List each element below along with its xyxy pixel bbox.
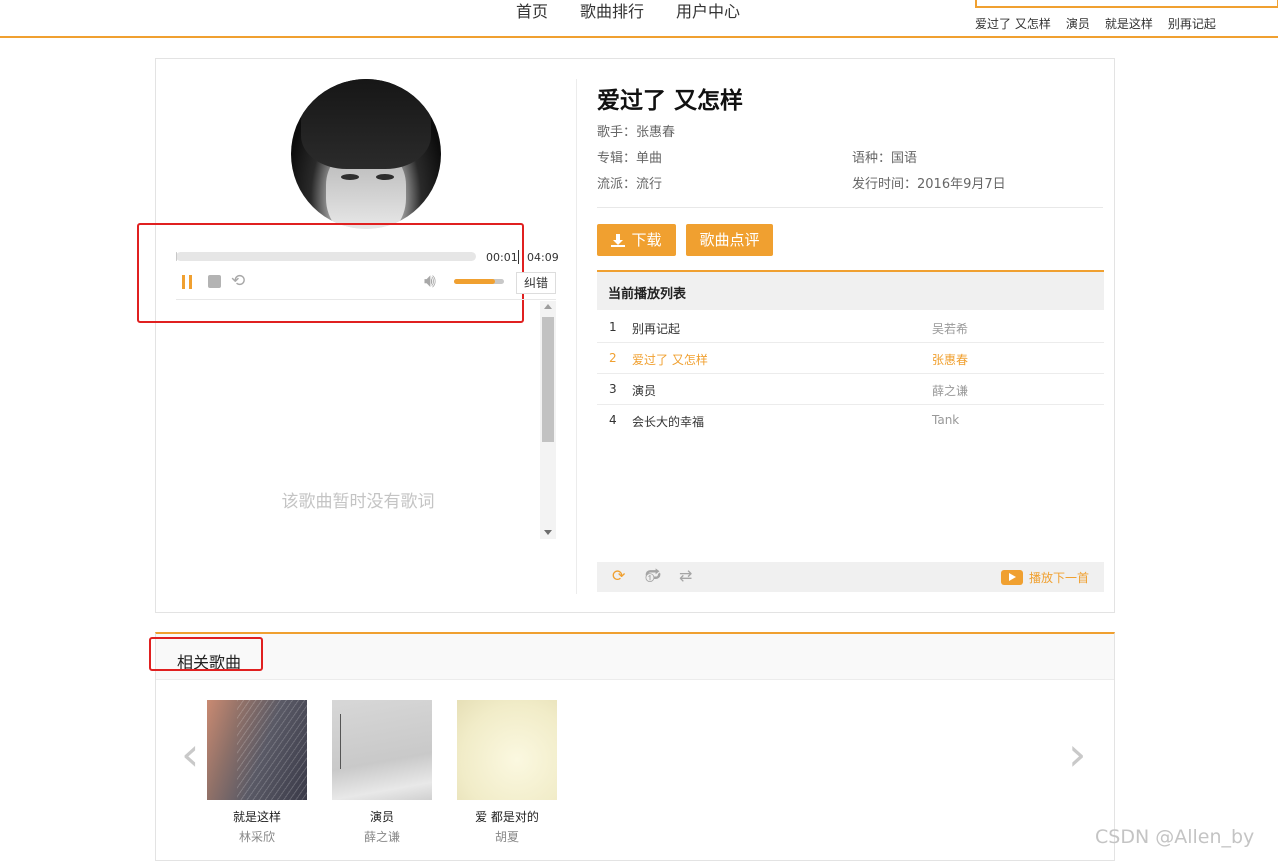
cover-eye: [341, 174, 359, 180]
download-button[interactable]: 下载: [597, 224, 676, 256]
hot-link[interactable]: 演员: [1066, 15, 1090, 32]
nav-song-ranking[interactable]: 歌曲排行: [580, 0, 644, 22]
track-artist[interactable]: 吴若希: [932, 320, 968, 337]
report-error-button[interactable]: 纠错: [516, 272, 556, 294]
hot-link[interactable]: 别再记起: [1168, 15, 1216, 32]
related-song-singer[interactable]: 林采欣: [207, 828, 307, 845]
track-title[interactable]: 爱过了 又怎样: [632, 351, 708, 368]
song-genre: 流派：流行: [597, 177, 663, 192]
divider: [597, 207, 1103, 208]
song-singer: 歌手：张惠春: [597, 125, 676, 140]
playlist-row-active[interactable]: 2 爱过了 又怎样 张惠春: [597, 343, 1104, 374]
track-title[interactable]: 别再记起: [632, 320, 680, 337]
related-song-name[interactable]: 就是这样: [207, 808, 307, 825]
playlist-footer: ⟳ 🔂︎ ⇄ 播放下一首: [597, 562, 1104, 592]
pause-icon[interactable]: [182, 275, 194, 289]
scroll-down-icon[interactable]: [544, 530, 552, 535]
next-arrow-icon[interactable]: ›: [1068, 731, 1086, 777]
column-divider: [576, 79, 577, 594]
album-art[interactable]: [207, 700, 307, 800]
playlist-header: 当前播放列表: [597, 270, 1104, 310]
loop-icon[interactable]: ⟲: [231, 271, 245, 291]
album-art[interactable]: [332, 700, 432, 800]
main-nav: 首页 歌曲排行 用户中心: [516, 0, 740, 22]
track-number: 4: [609, 413, 617, 427]
play-next-label: 播放下一首: [1029, 571, 1090, 585]
playlist-row[interactable]: 4 会长大的幸福 Tank: [597, 405, 1104, 435]
stop-icon[interactable]: [208, 275, 221, 288]
related-header: 相关歌曲: [156, 634, 1114, 680]
song-release-date: 发行时间：2016年9月7日: [852, 177, 1006, 192]
no-lyrics-message: 该歌曲暂时没有歌词: [281, 492, 435, 512]
lyrics-scrollbar[interactable]: [540, 301, 556, 539]
related-song-singer[interactable]: 薛之谦: [332, 828, 432, 845]
playlist-row[interactable]: 1 别再记起 吴若希: [597, 312, 1104, 343]
prev-arrow-icon[interactable]: ‹: [181, 731, 199, 777]
player-panel: 00:01 04:09 ⟲ 🔊︎ 纠错 该歌曲暂时没有歌词 爱过了 又怎样 歌手…: [137, 58, 1115, 613]
track-artist[interactable]: 张惠春: [932, 351, 968, 368]
track-title[interactable]: 演员: [632, 382, 656, 399]
progress-fill: [176, 252, 178, 261]
track-title[interactable]: 会长大的幸福: [632, 413, 704, 430]
play-next-button[interactable]: 播放下一首: [1001, 569, 1089, 586]
watermark: CSDN @Allen_by: [1095, 826, 1255, 848]
related-song-card[interactable]: 爱 都是对的 胡夏: [457, 700, 557, 845]
cover-eye: [376, 174, 394, 180]
scroll-thumb[interactable]: [542, 317, 554, 442]
download-icon: [611, 233, 626, 248]
playlist-row[interactable]: 3 演员 薛之谦: [597, 374, 1104, 405]
divider: [176, 299, 556, 300]
current-time: 00:01: [486, 251, 518, 264]
hot-link[interactable]: 爱过了 又怎样: [975, 15, 1051, 32]
download-label: 下载: [631, 231, 662, 249]
scroll-up-icon[interactable]: [544, 304, 552, 309]
track-number: 3: [609, 382, 617, 396]
song-language: 语种：国语: [852, 151, 918, 166]
shuffle-icon[interactable]: ⇄: [679, 567, 692, 585]
track-artist[interactable]: 薛之谦: [932, 382, 968, 399]
annotation-box-controls: [137, 223, 524, 323]
album-art[interactable]: [457, 700, 557, 800]
volume-icon[interactable]: 🔊︎: [424, 269, 436, 293]
volume-fill: [454, 279, 495, 284]
annotation-box-related: [149, 637, 263, 671]
track-number: 2: [609, 351, 617, 365]
related-song-name[interactable]: 爱 都是对的: [457, 808, 557, 825]
hot-link[interactable]: 就是这样: [1105, 15, 1153, 32]
nav-user-center[interactable]: 用户中心: [676, 0, 740, 22]
list-loop-icon[interactable]: ⟳: [612, 567, 625, 585]
progress-bar[interactable]: [176, 252, 476, 261]
track-artist[interactable]: Tank: [932, 413, 959, 427]
song-album: 专辑：单曲: [597, 151, 663, 166]
total-time: 04:09: [527, 251, 559, 264]
track-number: 1: [609, 320, 617, 334]
single-loop-icon[interactable]: 🔂︎: [645, 567, 661, 585]
nav-home[interactable]: 首页: [516, 0, 548, 22]
search-box-outline[interactable]: [975, 0, 1278, 8]
volume-slider[interactable]: [454, 279, 504, 284]
play-icon: [1001, 570, 1023, 585]
time-divider: [518, 250, 519, 264]
hot-search-links: 爱过了 又怎样 演员 就是这样 别再记起: [975, 15, 1216, 32]
album-cover: [291, 79, 441, 229]
related-song-card[interactable]: 就是这样 林采欣: [207, 700, 307, 845]
related-song-name[interactable]: 演员: [332, 808, 432, 825]
song-review-button[interactable]: 歌曲点评: [686, 224, 773, 256]
cover-hair: [301, 79, 431, 169]
top-bar: 首页 歌曲排行 用户中心 爱过了 又怎样 演员 就是这样 别再记起: [0, 0, 1278, 38]
playlist-title: 当前播放列表: [608, 287, 687, 302]
related-song-singer[interactable]: 胡夏: [457, 828, 557, 845]
related-songs-section: 相关歌曲 ‹ › 就是这样 林采欣 演员 薛之谦 爱 都是对的 胡夏: [149, 632, 1115, 861]
song-title: 爱过了 又怎样: [597, 88, 744, 114]
related-song-card[interactable]: 演员 薛之谦: [332, 700, 432, 845]
